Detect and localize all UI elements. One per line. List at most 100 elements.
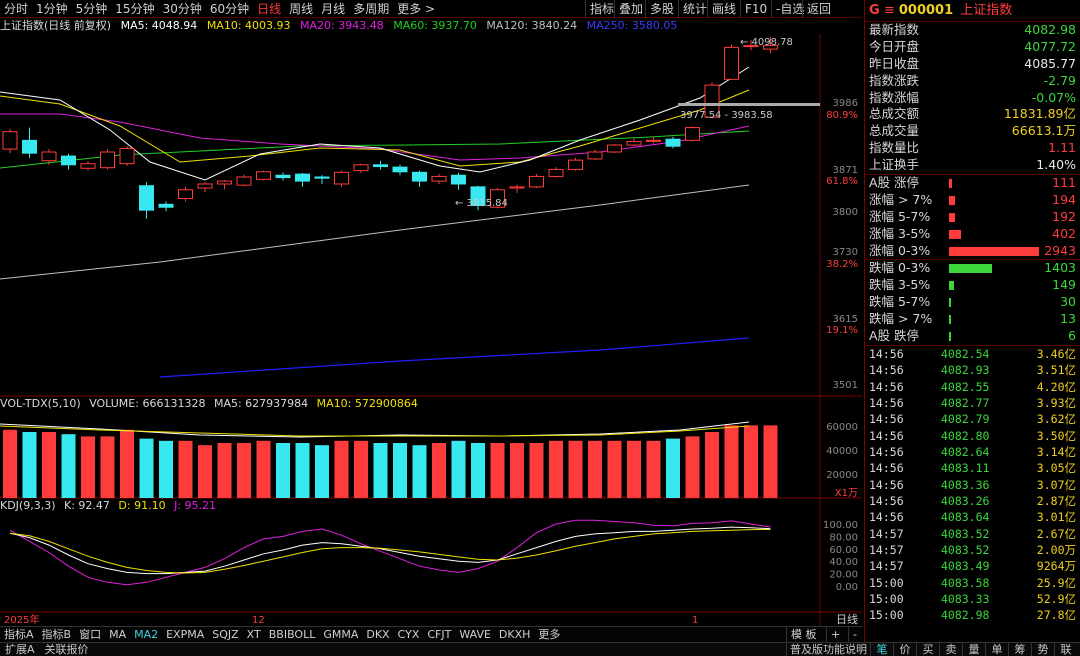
- quote-value: -2.79: [1043, 72, 1076, 88]
- period-tab[interactable]: 多周期: [349, 0, 393, 18]
- tick-amount: 3.51亿: [1036, 363, 1076, 378]
- kline-chart[interactable]: 3977.54 - 3983.58← 4098.78← 3815.8439868…: [0, 34, 862, 626]
- indicator-tab[interactable]: GMMA: [319, 627, 362, 642]
- period-tab[interactable]: 1分钟: [32, 0, 72, 18]
- quote-label: 最新指数: [869, 22, 920, 37]
- indicator-tab-bar: 指标A 指标B 窗口 MA MA2 EXPMA SQJZ XT BBIBOLL GMMA DKX CY…: [0, 626, 862, 642]
- tick-list[interactable]: 14:56 4082.54 3.46亿 14:56 4082.93 3.51亿 14:56 4…: [865, 346, 1080, 624]
- tick-time: 14:56: [869, 395, 904, 410]
- indicator-tab[interactable]: SQJZ: [208, 627, 242, 642]
- distribution-label: 跌幅 3-5%: [869, 277, 931, 293]
- status-item[interactable]: 扩展A: [0, 643, 40, 656]
- status-button[interactable]: 量: [962, 643, 985, 656]
- status-button[interactable]: 势: [1031, 643, 1054, 656]
- toolbar-button[interactable]: 叠加: [614, 0, 647, 18]
- status-button[interactable]: 联: [1054, 643, 1077, 656]
- tick-row: 14:56 4082.54 3.46亿: [865, 346, 1080, 362]
- volume-bar: [607, 440, 622, 498]
- period-tab[interactable]: 30分钟: [159, 0, 206, 18]
- volume-bar: [685, 436, 700, 498]
- indicator-tab[interactable]: WAVE: [455, 627, 495, 642]
- indicator-tab[interactable]: CFJT: [423, 627, 455, 642]
- distribution-count: 402: [1052, 225, 1076, 241]
- indicator-tab[interactable]: MA: [105, 627, 130, 642]
- indicator-tab[interactable]: XT: [243, 627, 265, 642]
- volume-axis-label: X1万: [835, 488, 858, 499]
- template-button[interactable]: 模 板: [786, 627, 821, 642]
- volume-bar: [393, 443, 407, 498]
- kdj-j-value: J: 95.21: [174, 499, 217, 512]
- quote-row: 最新指数 4082.98: [865, 22, 1080, 39]
- indicator-tab[interactable]: EXPMA: [162, 627, 208, 642]
- indicator-tab[interactable]: 指标B: [38, 627, 76, 642]
- volume-bar: [256, 440, 271, 498]
- distribution-bar: [949, 212, 955, 222]
- status-button[interactable]: 卖: [939, 643, 962, 656]
- tick-time: 14:56: [869, 428, 904, 443]
- status-button[interactable]: 普及版功能说明: [786, 643, 870, 656]
- status-button[interactable]: 笔: [870, 643, 893, 656]
- kdj-axis-label: 0.00: [836, 582, 858, 593]
- date-label: 12: [252, 615, 265, 626]
- period-tab[interactable]: 更多 >: [393, 0, 439, 18]
- volume-bar: [315, 445, 329, 498]
- volume-axis-label: 60000: [826, 422, 858, 433]
- period-tab[interactable]: 分时: [0, 0, 32, 18]
- status-button[interactable]: 买: [916, 643, 939, 656]
- kdj-k-value: K: 92.47: [64, 499, 110, 512]
- tick-price: 4083.36: [941, 477, 990, 492]
- tick-price: 4083.26: [941, 494, 990, 509]
- template-button[interactable]: +: [826, 627, 844, 642]
- indicator-tab[interactable]: MA2: [130, 627, 162, 642]
- tick-row: 15:00 4083.58 25.9亿: [865, 575, 1080, 591]
- tick-row: 15:00 4083.33 52.9亿: [865, 591, 1080, 607]
- toolbar-button[interactable]: 多股: [645, 0, 678, 18]
- indicator-tab[interactable]: BBIBOLL: [265, 627, 320, 642]
- tick-row: 14:57 4083.52 2.67亿: [865, 526, 1080, 542]
- distribution-row: 涨幅 > 7% 194: [865, 192, 1080, 209]
- volume-indicator-name: VOL-TDX(5,10): [0, 397, 81, 410]
- volume-ma10: MA10: 572900864: [316, 397, 418, 410]
- volume-bar: [3, 429, 17, 498]
- period-tab[interactable]: 日线: [253, 0, 285, 18]
- candle-body: [119, 148, 135, 165]
- indicator-tab[interactable]: CYX: [394, 627, 424, 642]
- period-tab[interactable]: 月线: [317, 0, 349, 18]
- candle-body: [100, 151, 115, 169]
- template-button[interactable]: -: [848, 627, 861, 642]
- tick-price: 4083.33: [941, 592, 990, 607]
- volume-bar: [373, 443, 388, 498]
- indicator-tab[interactable]: 指标A: [0, 627, 38, 642]
- volume-bar: [81, 436, 95, 498]
- indicator-tab[interactable]: 更多: [534, 627, 564, 642]
- candle-body: [236, 176, 252, 186]
- period-tab[interactable]: 5分钟: [72, 0, 112, 18]
- quote-value: 1.11: [1048, 140, 1076, 156]
- price-axis-label: 3871: [833, 165, 858, 176]
- volume-bar: [529, 443, 544, 498]
- period-tab[interactable]: 周线: [285, 0, 317, 18]
- volume-ma5: MA5: 627937984: [213, 397, 309, 410]
- status-button[interactable]: 筹: [1008, 643, 1031, 656]
- volume-bar: [568, 440, 583, 498]
- toolbar-button[interactable]: F10: [740, 0, 771, 18]
- candle-body: [373, 164, 388, 168]
- status-button[interactable]: 价: [893, 643, 916, 656]
- tick-price: 4082.93: [941, 363, 990, 378]
- distribution-count: 1403: [1044, 260, 1076, 276]
- tick-time: 14:56: [869, 494, 904, 509]
- tick-time: 14:57: [869, 526, 904, 541]
- status-item[interactable]: 关联报价: [40, 643, 94, 656]
- indicator-tab[interactable]: 窗口: [75, 627, 105, 642]
- range-marker: [678, 103, 820, 106]
- price-axis-label: 3986: [833, 98, 858, 109]
- toolbar-button[interactable]: 返回: [802, 0, 835, 18]
- quote-fields: 最新指数 4082.98 今日开盘 4077.72 昨日收盘 4085.77 指数涨跌 -2.…: [865, 22, 1080, 174]
- toolbar-button[interactable]: 画线: [707, 0, 740, 18]
- period-tab[interactable]: 60分钟: [206, 0, 253, 18]
- period-tab[interactable]: 15分钟: [111, 0, 158, 18]
- indicator-tab[interactable]: DKX: [362, 627, 393, 642]
- quote-value: 4077.72: [1024, 38, 1076, 54]
- status-button[interactable]: 单: [985, 643, 1008, 656]
- indicator-tab[interactable]: DKXH: [495, 627, 535, 642]
